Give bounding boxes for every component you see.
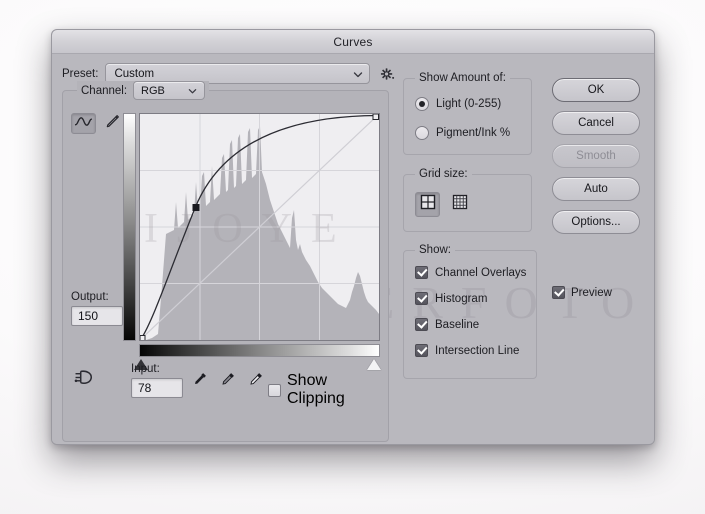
input-block: Input: 78 (131, 363, 183, 398)
output-field[interactable]: 150 (71, 306, 123, 326)
curve-display-options-button[interactable] (71, 369, 97, 391)
dialog-titlebar: Curves (52, 30, 654, 54)
show-clipping-label: Show Clipping (287, 372, 345, 407)
curves-dialog: Curves © IJOYERFOTO Preset: Custom (51, 29, 655, 445)
curve-icon (74, 115, 93, 133)
channel-overlays-checkbox[interactable] (415, 266, 428, 279)
grid-quarter-tone-button[interactable] (415, 192, 440, 217)
show-options: Channel Overlays Histogram Baseline Inte… (415, 266, 526, 357)
show-option-channel-overlays[interactable]: Channel Overlays (415, 266, 526, 279)
pencil-icon (105, 114, 120, 134)
baseline-checkbox[interactable] (415, 318, 428, 331)
curve-tool-buttons (71, 113, 125, 134)
input-field[interactable]: 78 (131, 378, 183, 398)
grid-size-title: Grid size: (415, 168, 472, 180)
graph-watermark: IJOYE (144, 206, 356, 252)
show-amount-group: Show Amount of: Light (0-255) Pigment/In… (403, 72, 532, 155)
input-gradient-bar (139, 344, 380, 357)
chevron-down-icon (353, 69, 363, 78)
histogram-checkbox[interactable] (415, 292, 428, 305)
output-label: Output: (71, 291, 109, 303)
ok-button[interactable]: OK (552, 78, 640, 102)
light-radio[interactable] (415, 97, 429, 111)
radio-light[interactable]: Light (0-255) (415, 97, 501, 111)
radio-pigment[interactable]: Pigment/Ink % (415, 126, 510, 140)
preset-label: Preset: (62, 67, 99, 80)
curve-tool-button[interactable] (71, 113, 96, 134)
show-title: Show: (415, 244, 455, 256)
pigment-label: Pigment/Ink % (436, 127, 511, 139)
curve-graph[interactable]: IJOYE (139, 113, 380, 341)
curve-graph-svg: IJOYE (140, 114, 379, 340)
channel-overlays-label: Channel Overlays (435, 266, 527, 279)
preview-row[interactable]: Preview (552, 286, 612, 299)
dialog-body: © IJOYERFOTO Preset: Custom (52, 54, 654, 444)
svg-text:IJOYE: IJOYE (144, 206, 356, 252)
grid-ten-percent-button[interactable] (447, 192, 472, 217)
input-label: Input: (131, 363, 160, 375)
pencil-tool-button[interactable] (100, 113, 125, 134)
chevron-down-icon (188, 86, 197, 95)
show-option-intersection-line[interactable]: Intersection Line (415, 344, 526, 357)
show-group: Show: Channel Overlays Histogram Baselin… (403, 244, 537, 379)
grid-4x4-icon (420, 194, 436, 215)
white-point-slider[interactable] (367, 359, 381, 370)
cancel-button[interactable]: Cancel (552, 111, 640, 135)
histogram-label: Histogram (435, 292, 488, 305)
eyedropper-group (193, 371, 264, 391)
show-option-baseline[interactable]: Baseline (415, 318, 526, 331)
light-label: Light (0-255) (436, 98, 502, 110)
gear-icon[interactable] (380, 67, 395, 80)
curve-panel: Channel: RGB IJOYE Output: 150 Input: 78… (62, 81, 389, 442)
set-white-point-eyedropper[interactable] (249, 371, 264, 391)
dialog-buttons: OK Cancel Smooth Auto Options... (552, 78, 640, 243)
baseline-label: Baseline (435, 318, 480, 331)
smooth-button: Smooth (552, 144, 640, 168)
dialog-title: Curves (333, 34, 373, 49)
grid-size-group: Grid size: (403, 168, 532, 232)
output-gradient-bar (123, 113, 136, 341)
auto-button[interactable]: Auto (552, 177, 640, 201)
show-option-histogram[interactable]: Histogram (415, 292, 526, 305)
set-black-point-eyedropper[interactable] (193, 371, 208, 391)
show-clipping-row[interactable]: Show Clipping (268, 372, 388, 408)
output-block: Output: 150 (71, 291, 123, 326)
intersection-line-checkbox[interactable] (415, 344, 428, 357)
set-gray-point-eyedropper[interactable] (221, 371, 236, 391)
curve-point-mid (192, 204, 200, 211)
pigment-radio[interactable] (415, 126, 429, 140)
channel-select[interactable]: RGB (133, 81, 206, 100)
options-button[interactable]: Options... (552, 210, 640, 234)
preview-checkbox[interactable] (552, 286, 565, 299)
channel-row: Channel: RGB (77, 81, 210, 100)
intersection-line-label: Intersection Line (435, 344, 520, 357)
channel-label: Channel: (81, 84, 128, 97)
preset-value: Custom (114, 67, 155, 80)
preview-label: Preview (571, 286, 612, 299)
channel-value: RGB (141, 84, 165, 97)
show-amount-title: Show Amount of: (415, 72, 510, 84)
grid-size-buttons (415, 192, 472, 217)
grid-10x10-icon (452, 194, 468, 215)
curve-point-white (372, 114, 379, 120)
smooth-curve-icon (74, 369, 95, 391)
show-clipping-checkbox[interactable] (268, 383, 281, 397)
curve-point-black (140, 335, 146, 340)
